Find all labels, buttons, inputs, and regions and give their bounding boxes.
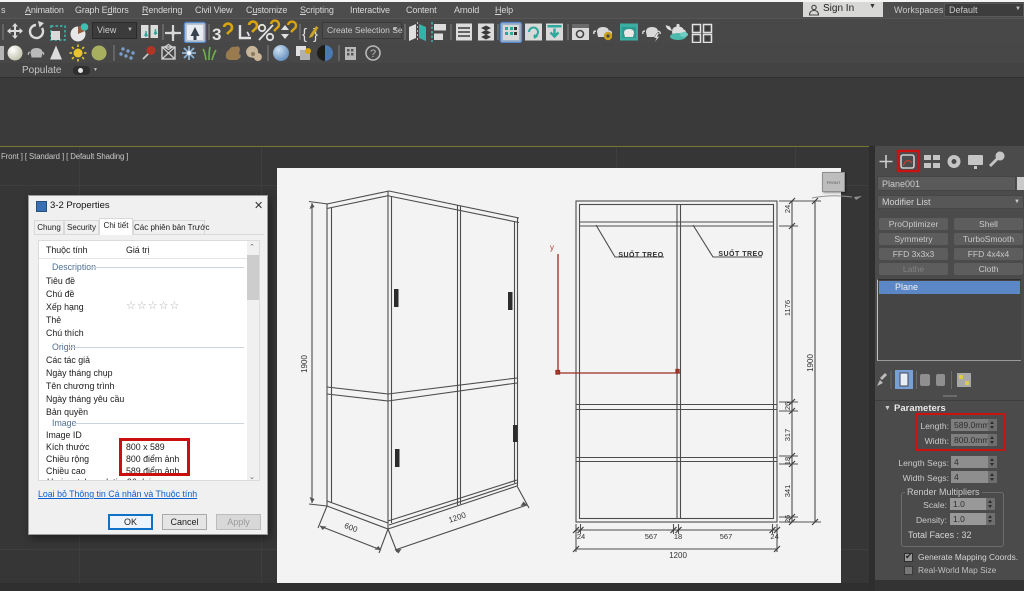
svg-text:1200: 1200 [669,551,687,560]
svg-text:y: y [550,243,554,252]
svg-text:567: 567 [720,532,733,541]
svg-text:341: 341 [783,485,792,498]
svg-text:26: 26 [783,515,792,523]
svg-text:24: 24 [770,532,778,541]
svg-text:SUỐT TREO: SUỐT TREO [718,248,763,258]
svg-text:24: 24 [577,532,585,541]
svg-text:24: 24 [783,205,792,213]
svg-text:1200: 1200 [447,510,467,524]
svg-text:26: 26 [783,402,792,410]
svg-text:1900: 1900 [300,355,309,373]
svg-text:1176: 1176 [783,300,792,316]
svg-text:1900: 1900 [806,354,815,372]
svg-text:18: 18 [783,457,792,465]
svg-text:3: 3 [212,25,221,44]
svg-text:18: 18 [674,532,682,541]
svg-text:600: 600 [343,521,359,534]
svg-text:?: ? [370,48,376,60]
svg-text:{: { [302,26,307,43]
svg-text:317: 317 [783,429,792,442]
svg-text:567: 567 [645,532,658,541]
svg-text:SUỐT TREO: SUỐT TREO [618,249,663,259]
